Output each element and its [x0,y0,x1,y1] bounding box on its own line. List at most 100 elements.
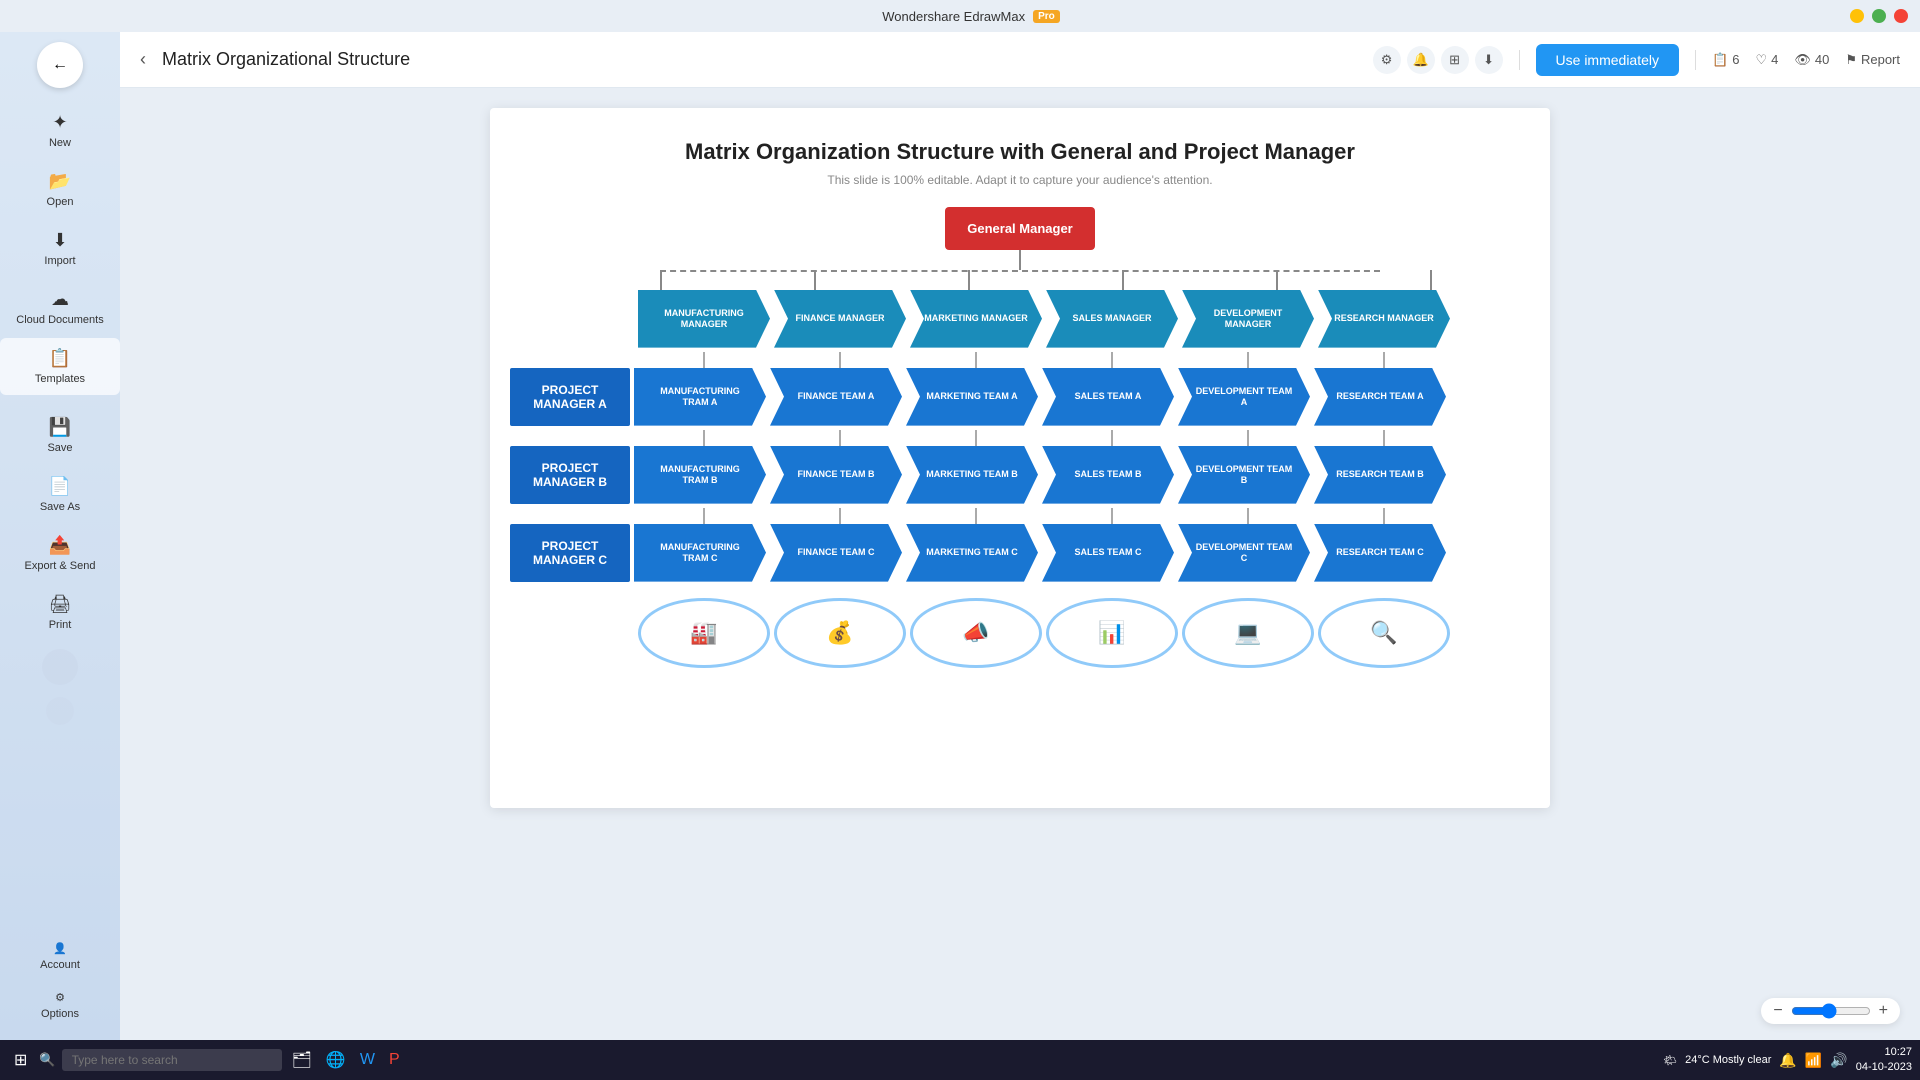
copies-count: 6 [1732,52,1739,67]
settings-icon[interactable]: ⚙ [1373,46,1401,74]
team-c-0: MANUFACTURING TRAM C [634,524,766,582]
taskbar-network: 📶 [1805,1052,1822,1069]
page-title: Matrix Organizational Structure [162,49,1357,70]
team-a-5: RESEARCH TEAM A [1314,368,1446,426]
sidebar-item-open[interactable]: 📂 Open [0,161,120,218]
topbar: ‹ Matrix Organizational Structure ⚙ 🔔 ⊞ … [120,32,1920,88]
diagram-subtitle: This slide is 100% editable. Adapt it to… [510,173,1530,187]
sidebar-item-templates[interactable]: 📋 Templates [0,338,120,395]
views-stat: 👁 40 [1794,52,1829,68]
sidebar-bottom: 👤 Account ⚙ Options [0,932,120,1040]
minimize-button[interactable] [1850,9,1864,23]
window-controls[interactable] [1850,9,1908,23]
download-icon[interactable]: ⬇ [1475,46,1503,74]
team-b-5: RESEARCH TEAM B [1314,446,1446,504]
team-b-2: MARKETING TEAM B [906,446,1038,504]
sidebar-item-saveas[interactable]: 📄 Save As [0,466,120,523]
sidebar-item-import[interactable]: ⬇ Import [0,220,120,277]
taskbar-app-extra[interactable]: P [385,1047,404,1073]
bell-icon[interactable]: 🔔 [1407,46,1435,74]
sidebar-label-save: Save [47,442,72,454]
v-connector-b [638,430,1530,446]
close-button[interactable] [1894,9,1908,23]
sidebar-item-account[interactable]: 👤 Account [0,932,120,981]
diagram-title: Matrix Organization Structure with Gener… [510,138,1530,167]
canvas-wrapper[interactable]: Matrix Organization Structure with Gener… [120,88,1920,1040]
taskbar-time: 10:27 04-10-2023 [1856,1045,1912,1076]
new-icon: ✦ [52,112,67,133]
gm-row: General Manager [510,207,1530,250]
taskbar-app-chrome[interactable]: 🌐 [322,1046,350,1074]
team-a-3: SALES TEAM A [1042,368,1174,426]
likes-stat: ♡ 4 [1755,52,1778,68]
topbar-divider-2 [1695,50,1696,70]
back-icon: ← [52,56,68,74]
open-icon: 📂 [49,171,71,192]
manager-cell-3: SALES MANAGER [1046,290,1178,348]
report-label: Report [1861,52,1900,67]
sidebar-label-open: Open [47,196,74,208]
manager-cell-0: MANUFACTURING MANAGER [638,290,770,348]
sidebar-item-print[interactable]: 🖨 Print [0,584,120,641]
apps-icon[interactable]: ⊞ [1441,46,1469,74]
icon-circle-3: 📊 [1046,598,1178,668]
taskbar-notifications: 🔔 [1779,1052,1796,1069]
sidebar-item-export[interactable]: 📤 Export & Send [0,525,120,582]
zoom-bar: − + [1761,998,1900,1024]
taskbar-search-input[interactable] [62,1049,282,1071]
time-display: 10:27 [1856,1045,1912,1060]
v-connector-c [638,508,1530,524]
sidebar-item-new[interactable]: ✦ New [0,102,120,159]
topbar-back-button[interactable]: ‹ [140,49,146,70]
taskbar-app-explorer[interactable]: 🗂 [288,1046,316,1074]
sidebar-item-save[interactable]: 💾 Save [0,407,120,464]
report-icon: ⚑ [1845,52,1857,68]
team-b-4: DEVELOPMENT TEAM B [1178,446,1310,504]
views-icon: 👁 [1794,52,1811,68]
manager-cell-5: RESEARCH MANAGER [1318,290,1450,348]
zoom-in-button[interactable]: + [1879,1002,1888,1020]
icon-circle-1: 💰 [774,598,906,668]
team-c-2: MARKETING TEAM C [906,524,1038,582]
team-b-3: SALES TEAM B [1042,446,1174,504]
sidebar-label-templates: Templates [35,373,85,385]
use-immediately-button[interactable]: Use immediately [1536,44,1679,76]
sidebar-item-options[interactable]: ⚙ Options [0,981,120,1030]
icon-circle-5: 🔍 [1318,598,1450,668]
report-link[interactable]: ⚑ Report [1845,52,1900,68]
export-icon: 📤 [49,535,71,556]
pm-cell-c: PROJECTMANAGER C [510,524,630,582]
maximize-button[interactable] [1872,9,1886,23]
zoom-out-button[interactable]: − [1773,1002,1782,1020]
views-count: 40 [1815,52,1829,67]
taskbar-app-word[interactable]: W [356,1047,379,1073]
cloud-icon: ☁ [51,289,69,310]
icon-row: 🏭 💰 📣 📊 💻 🔍 [638,598,1530,668]
team-row-b: PROJECTMANAGER B MANUFACTURING TRAM B FI… [510,446,1530,504]
team-b-1: FINANCE TEAM B [770,446,902,504]
team-c-4: DEVELOPMENT TEAM C [1178,524,1310,582]
manager-cell-1: FINANCE MANAGER [774,290,906,348]
weather-text: 24°C Mostly clear [1685,1054,1771,1066]
team-a-4: DEVELOPMENT TEAM A [1178,368,1310,426]
icon-circle-0: 🏭 [638,598,770,668]
avatar-decoration-1 [42,649,78,685]
taskbar: ⊞ 🔍 🗂 🌐 W P 🌤 24°C Mostly clear 🔔 📶 🔊 10… [0,1040,1920,1080]
content-area: ‹ Matrix Organizational Structure ⚙ 🔔 ⊞ … [120,32,1920,1040]
team-c-5: RESEARCH TEAM C [1314,524,1446,582]
main-layout: ← ✦ New 📂 Open ⬇ Import ☁ Cloud Document… [0,32,1920,1040]
account-icon: 👤 [53,942,67,955]
sidebar-label-new: New [49,137,71,149]
sidebar-item-cloud[interactable]: ☁ Cloud Documents [0,279,120,336]
likes-icon: ♡ [1755,52,1767,68]
import-icon: ⬇ [52,230,67,251]
sidebar-label-print: Print [49,619,72,631]
start-button[interactable]: ⊞ [8,1046,33,1074]
back-button[interactable]: ← [37,42,83,88]
sidebar-label-export: Export & Send [25,560,96,572]
date-display: 04-10-2023 [1856,1060,1912,1075]
manager-cell-2: MARKETING MANAGER [910,290,1042,348]
topbar-icon-group: ⚙ 🔔 ⊞ ⬇ [1373,46,1503,74]
zoom-slider[interactable] [1791,1003,1871,1019]
copies-stat: 📋 6 [1712,52,1739,68]
